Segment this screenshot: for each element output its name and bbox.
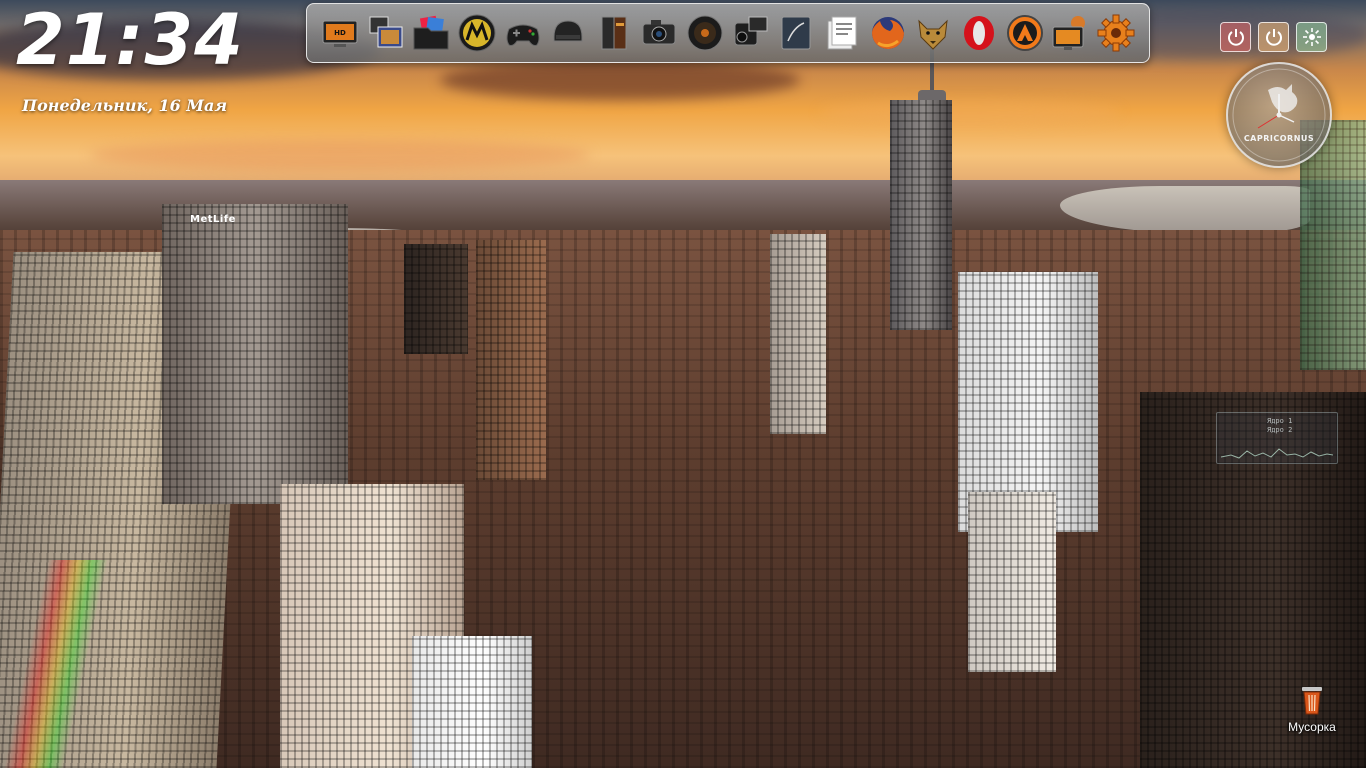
books-icon[interactable]: [593, 10, 635, 56]
empire-state-building: [890, 100, 952, 330]
power-icon: [1227, 29, 1244, 46]
speaker-icon[interactable]: [684, 10, 726, 56]
video-camera-icon[interactable]: [730, 10, 772, 56]
avast-icon[interactable]: [1004, 10, 1046, 56]
sleep-button[interactable]: [1296, 22, 1327, 52]
svg-text:HD: HD: [334, 29, 346, 37]
wolf-icon[interactable]: [912, 10, 954, 56]
building: [476, 240, 546, 480]
gear-icon[interactable]: [1095, 10, 1137, 56]
cpu-core-1-label: Ядро 1: [1267, 417, 1293, 425]
motorola-icon[interactable]: [456, 10, 498, 56]
sun-icon: [1302, 28, 1321, 46]
capricorn-clock-icon: [1232, 68, 1326, 162]
harley-monitor-icon[interactable]: [1049, 10, 1091, 56]
recycle-bin-label: Мусорка: [1288, 720, 1336, 734]
harley-tv-icon[interactable]: HD: [319, 10, 361, 56]
recycle-bin[interactable]: Мусорка: [1282, 684, 1342, 742]
building: [770, 234, 826, 434]
cpu-graph: [1221, 448, 1333, 459]
zodiac-label: CAPRICORNUS: [1243, 134, 1315, 143]
firefox-icon[interactable]: [867, 10, 909, 56]
desktop-wallpaper: MetLife: [0, 0, 1366, 768]
metlife-sign: MetLife: [190, 214, 236, 225]
power-icon: [1265, 29, 1282, 46]
notebook-icon[interactable]: [775, 10, 817, 56]
building: [404, 244, 468, 354]
restart-button[interactable]: [1258, 22, 1289, 52]
shutdown-button[interactable]: [1220, 22, 1251, 52]
opera-icon[interactable]: [958, 10, 1000, 56]
harley-gallery-icon[interactable]: [365, 10, 407, 56]
dock: HD: [306, 3, 1150, 63]
documents-icon[interactable]: [821, 10, 863, 56]
building: [412, 636, 532, 768]
building: [968, 492, 1056, 672]
clock-date: Понедельник, 16 Мая: [22, 96, 228, 115]
cpu-monitor-gadget[interactable]: Ядро 1 Ядро 2: [1216, 412, 1338, 464]
clock-time: 21:34: [16, 0, 244, 81]
power-controls: [1220, 22, 1327, 52]
camera-icon[interactable]: [638, 10, 680, 56]
metlife-building: [162, 204, 348, 504]
cpu-core-2-label: Ядро 2: [1267, 426, 1293, 434]
zodiac-clock-gadget[interactable]: CAPRICORNUS: [1226, 62, 1332, 168]
helmet-icon[interactable]: [547, 10, 589, 56]
folder-photos-icon[interactable]: [410, 10, 452, 56]
trash-icon: [1302, 687, 1322, 715]
gamepad-icon[interactable]: [502, 10, 544, 56]
